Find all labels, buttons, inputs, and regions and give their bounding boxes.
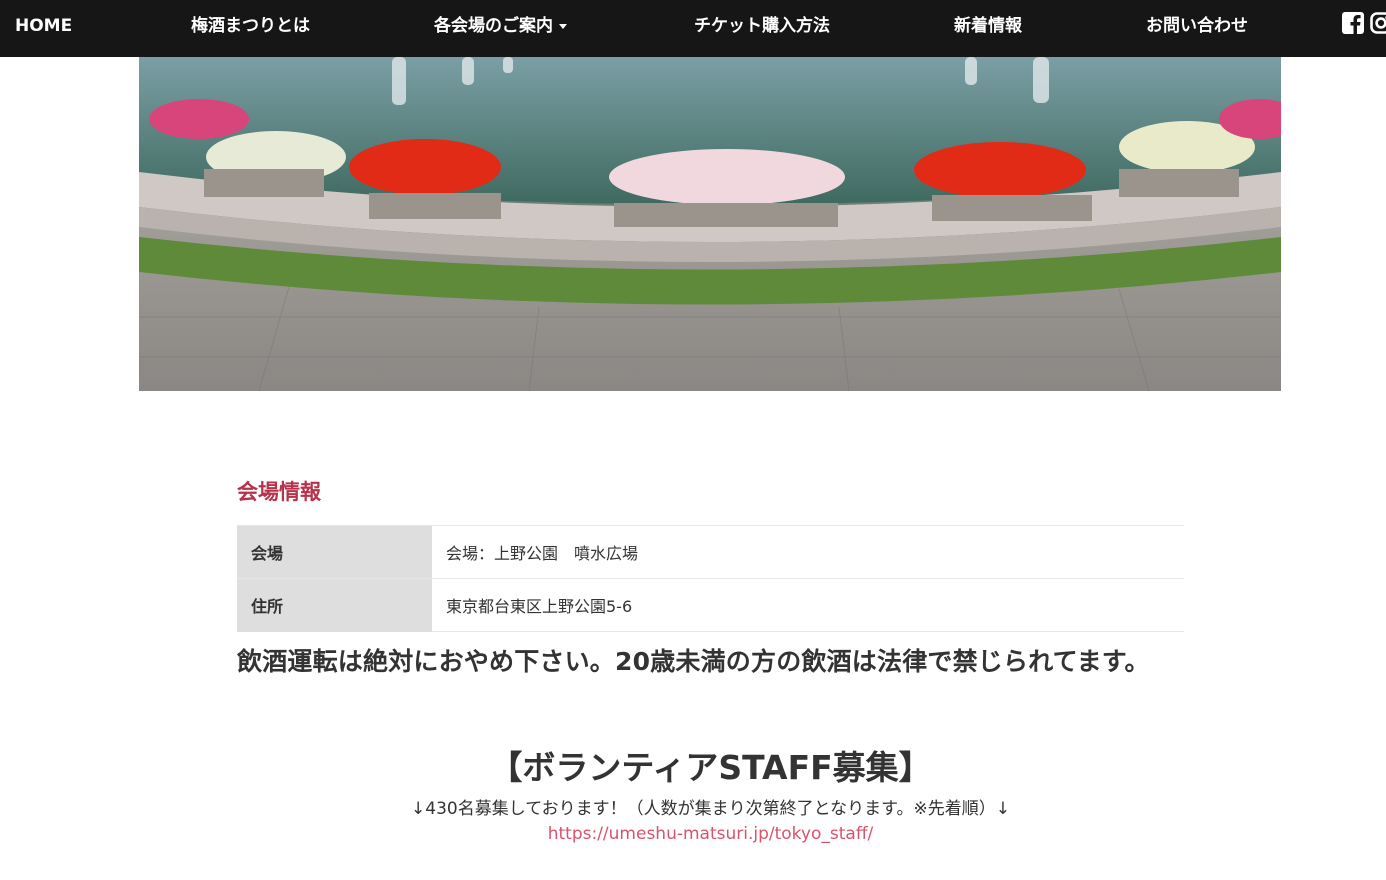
volunteer-recruit-title: 【ボランティアSTAFF募集】: [489, 748, 932, 787]
address-value: 東京都台東区上野公園5-6: [432, 578, 1184, 632]
drinking-notice: 飲酒運転は絶対におやめ下さい。20歳未満の方の飲酒は法律で禁じられてます。: [237, 647, 1150, 676]
address-label: 住所: [237, 578, 432, 632]
instagram-icon[interactable]: [1370, 12, 1386, 34]
table-row: 会場 会場：上野公園 噴水広場: [237, 525, 1184, 579]
venue-value: 会場：上野公園 噴水広場: [432, 525, 1184, 579]
venue-info-heading: 会場情報: [237, 480, 321, 504]
fountain-plaza-illustration: [139, 57, 1281, 391]
nav-venues-label: 各会場のご案内: [434, 16, 553, 36]
venue-info-table: 会場 会場：上野公園 噴水広場 住所 東京都台東区上野公園5-6: [237, 525, 1184, 632]
nav-contact[interactable]: お問い合わせ: [1146, 0, 1248, 52]
table-row: 住所 東京都台東区上野公園5-6: [237, 578, 1184, 632]
volunteer-recruit-subtitle: ↓430名募集しております！（人数が集まり次第終了となります。※先着順）↓: [411, 799, 1010, 819]
nav-about[interactable]: 梅酒まつりとは: [191, 0, 310, 52]
main-navbar: HOME 梅酒まつりとは 各会場のご案内 チケット購入方法 新着情報 お問い合わ…: [0, 0, 1386, 57]
venue-label: 会場: [237, 525, 432, 579]
nav-news[interactable]: 新着情報: [954, 0, 1022, 52]
caret-down-icon: [559, 23, 567, 29]
nav-tickets[interactable]: チケット購入方法: [694, 0, 830, 52]
hero-fountain-image: [139, 57, 1281, 391]
nav-home[interactable]: HOME: [15, 0, 72, 52]
facebook-icon[interactable]: [1342, 12, 1364, 34]
nav-venues-dropdown[interactable]: 各会場のご案内: [434, 0, 567, 52]
volunteer-staff-link[interactable]: https://umeshu-matsuri.jp/tokyo_staff/: [237, 822, 1184, 846]
